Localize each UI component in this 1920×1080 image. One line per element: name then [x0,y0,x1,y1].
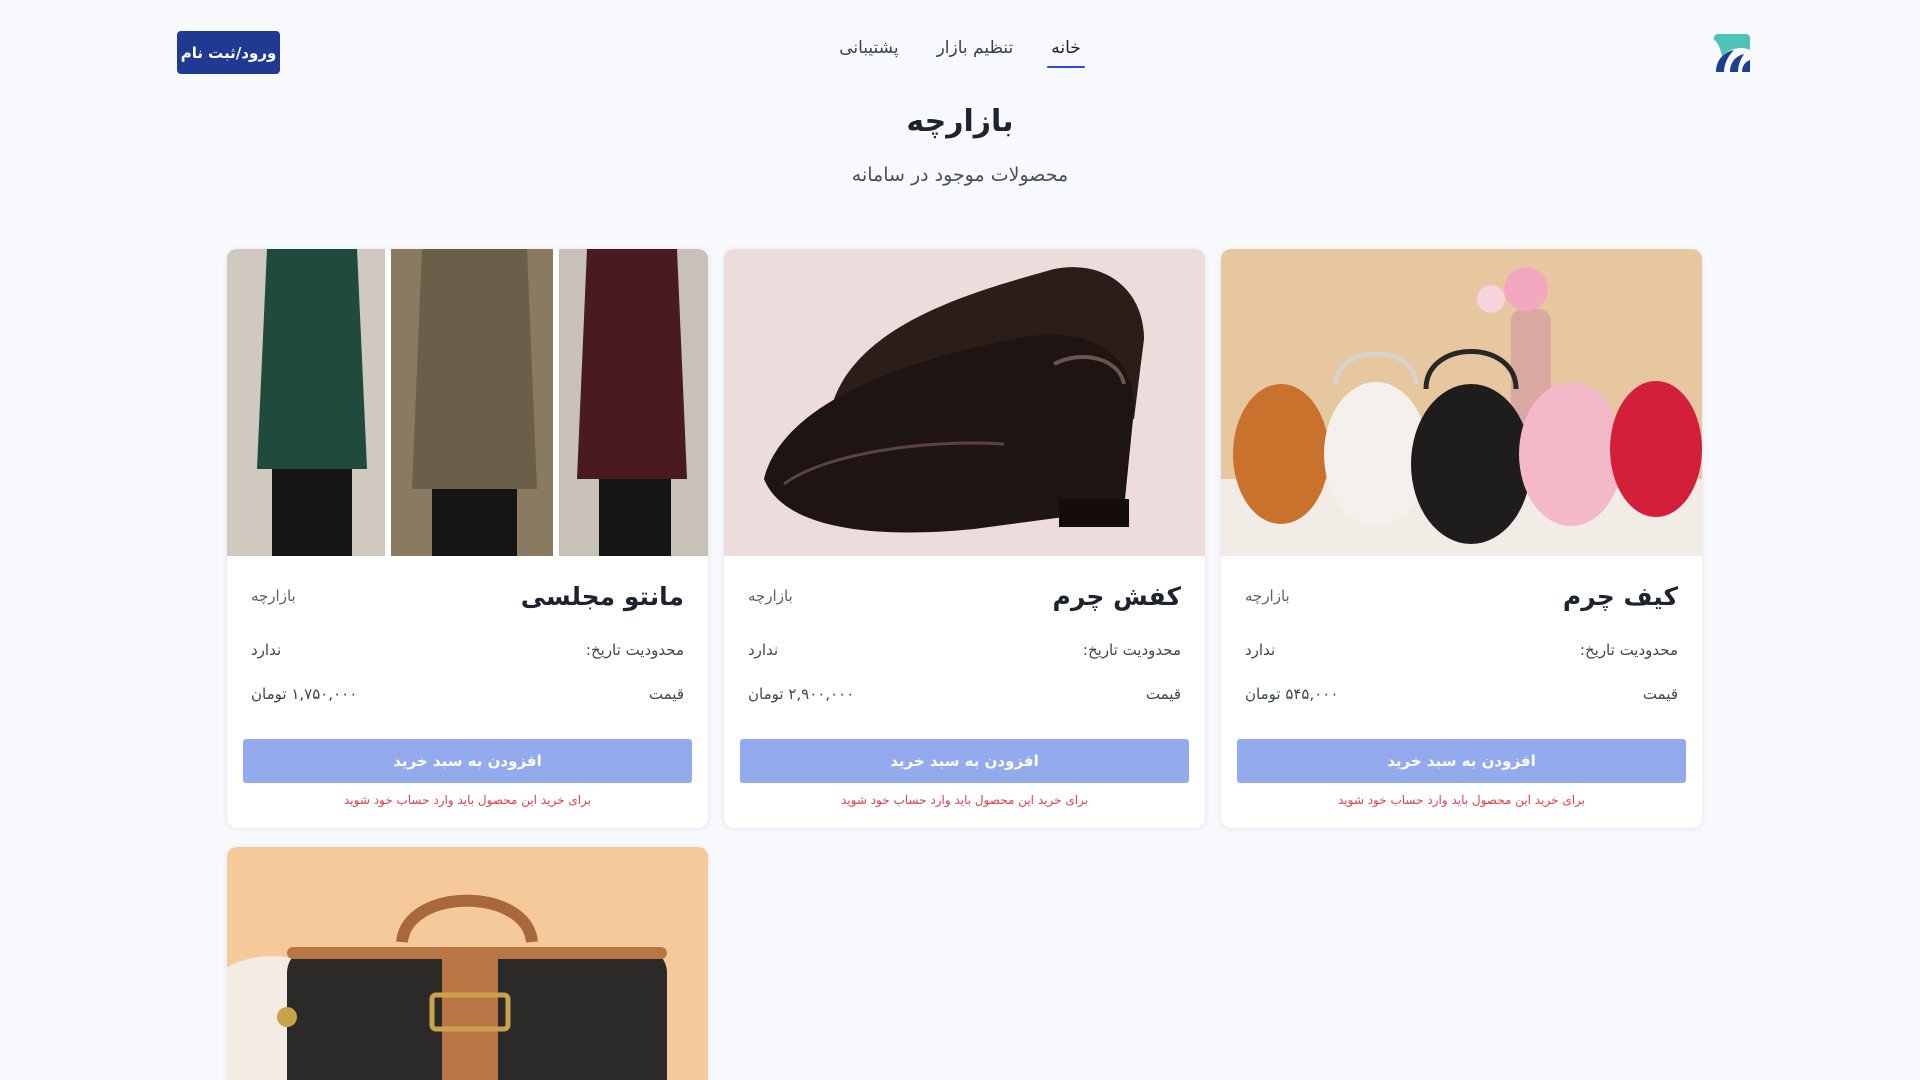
nav-support[interactable]: پشتیبانی [835,34,902,68]
add-to-cart-button[interactable]: افزودن به سبد خرید [1237,739,1686,783]
product-card[interactable]: کیف چرم بازارچه محدودیت تاریخ: ندارد قیم… [1221,249,1702,828]
date-limit-value: ندارد [1245,641,1276,659]
login-warning: برای خرید این محصول باید وارد حساب خود ش… [343,793,592,807]
date-limit-label: محدودیت تاریخ: [1579,641,1678,659]
page-subtitle: محصولات موجود در سامانه [851,164,1069,186]
price-label: قیمت [1145,685,1181,703]
grid-spacer [724,847,1205,1080]
product-image-shoes[interactable] [724,249,1205,556]
product-name[interactable]: کفش چرم [1053,582,1181,611]
add-to-cart-button[interactable]: افزودن به سبد خرید [243,739,692,783]
product-card[interactable]: مانتو مجلسی بازارچه محدودیت تاریخ: ندارد… [227,249,708,828]
price-value: ۵۴۵,۰۰۰ تومان [1245,685,1339,703]
nav-home[interactable]: خانه [1047,34,1085,68]
add-to-cart-button[interactable]: افزودن به سبد خرید [740,739,1189,783]
page-title: بازارچه [906,104,1014,139]
header: خانه تنظیم بازار پشتیبانی ورود/ثبت نام [0,0,1920,104]
product-card[interactable]: کفش چرم بازارچه محدودیت تاریخ: ندارد قیم… [724,249,1205,828]
product-grid: کیف چرم بازارچه محدودیت تاریخ: ندارد قیم… [226,249,1702,1080]
main-nav: خانه تنظیم بازار پشتیبانی [0,34,1920,68]
date-limit-value: ندارد [251,641,282,659]
login-register-button[interactable]: ورود/ثبت نام [177,31,280,74]
price-value: ۱,۷۵۰,۰۰۰ تومان [251,685,358,703]
product-image-leather-bag[interactable] [227,847,708,1080]
date-limit-label: محدودیت تاریخ: [585,641,684,659]
login-warning: برای خرید این محصول باید وارد حساب خود ش… [1337,793,1586,807]
shop-name: بازارچه [748,587,793,605]
date-limit-label: محدودیت تاریخ: [1082,641,1181,659]
date-limit-value: ندارد [748,641,779,659]
price-label: قیمت [1642,685,1678,703]
login-warning: برای خرید این محصول باید وارد حساب خود ش… [840,793,1089,807]
product-card[interactable] [227,847,708,1080]
shop-name: بازارچه [251,587,296,605]
product-image-handbags[interactable] [1221,249,1702,556]
price-label: قیمت [648,685,684,703]
product-name[interactable]: کیف چرم [1563,582,1678,611]
grid-spacer [1221,847,1702,1080]
product-name[interactable]: مانتو مجلسی [521,582,684,611]
shop-name: بازارچه [1245,587,1290,605]
page: خانه تنظیم بازار پشتیبانی ورود/ثبت نام ب… [0,0,1920,1080]
nav-market-settings[interactable]: تنظیم بازار [933,34,1018,68]
product-image-coats[interactable] [227,249,708,556]
price-value: ۲,۹۰۰,۰۰۰ تومان [748,685,855,703]
